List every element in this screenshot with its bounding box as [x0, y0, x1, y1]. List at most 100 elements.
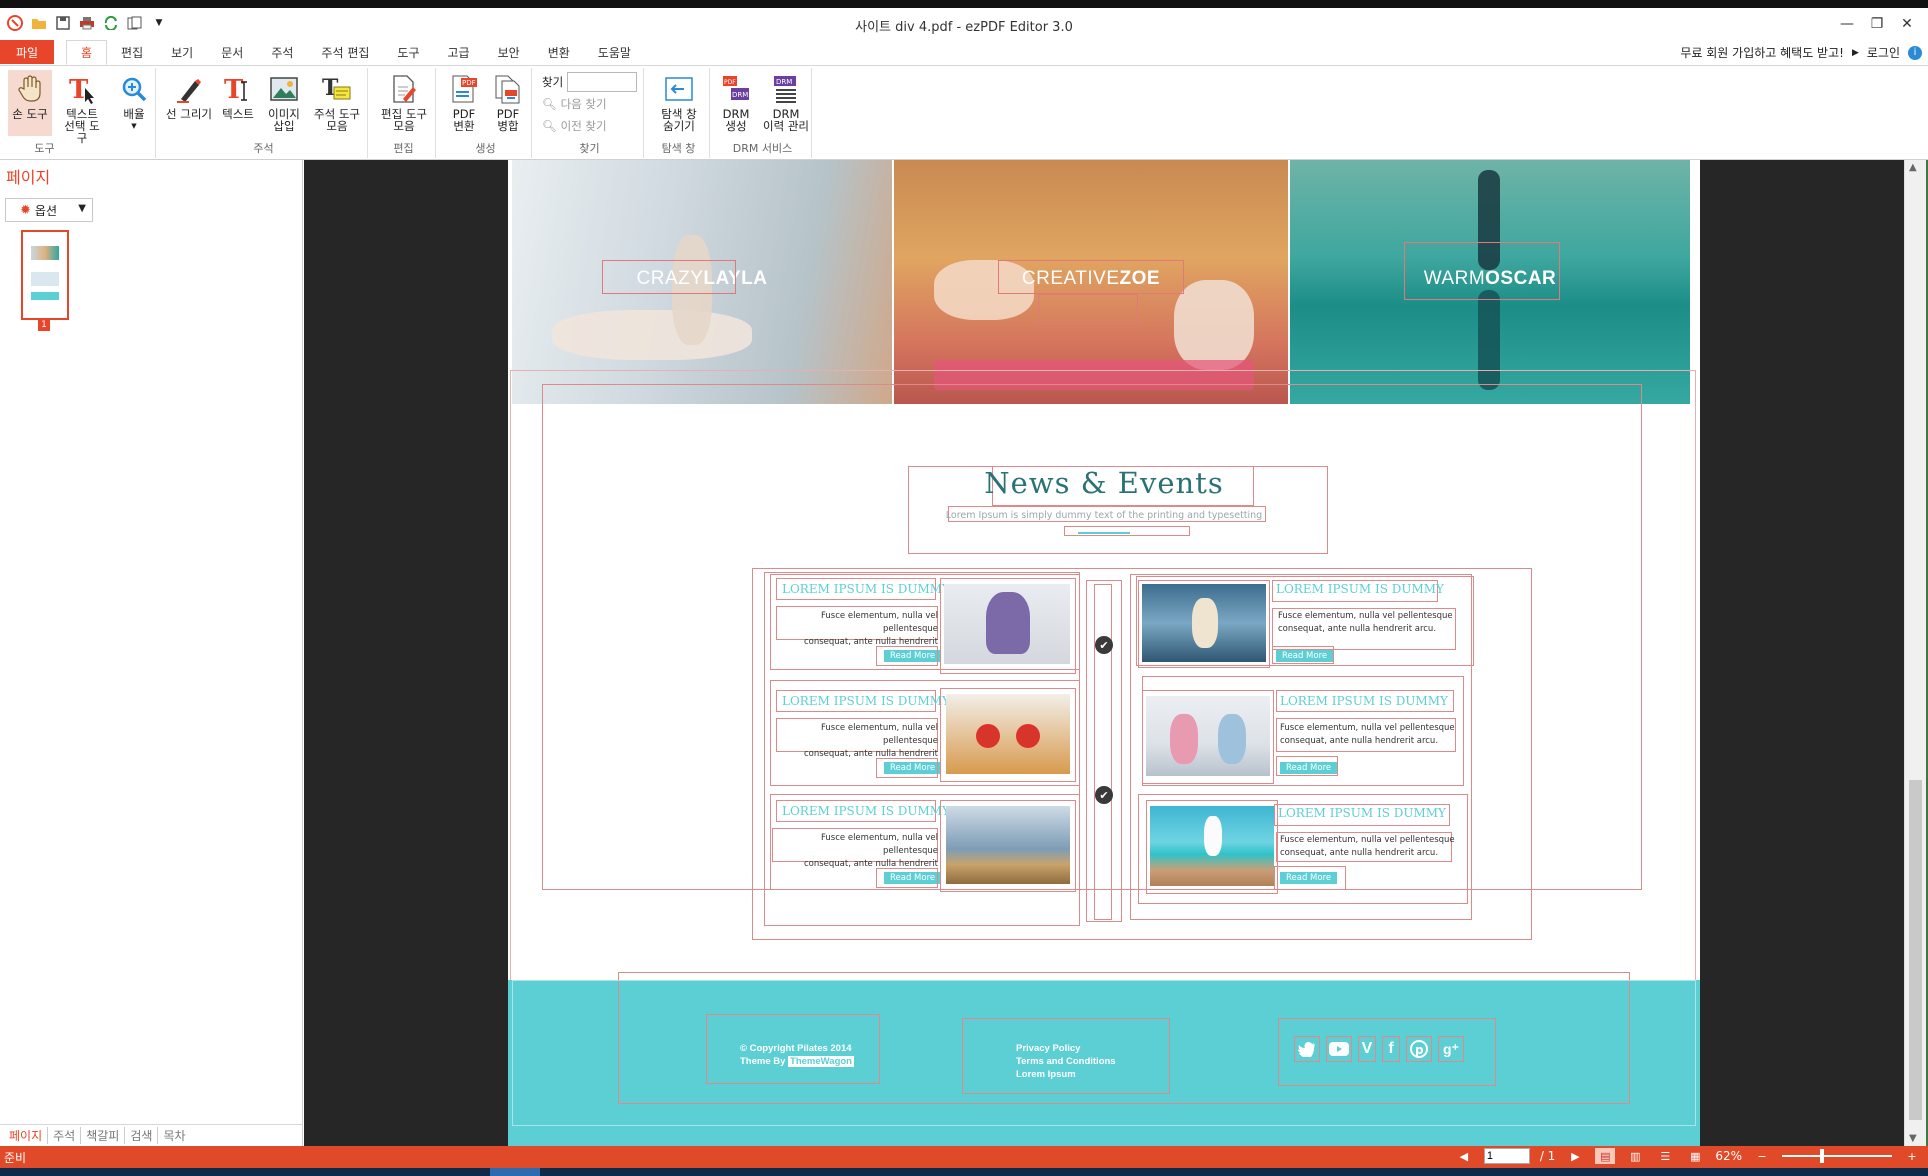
ribbon: 손 도구 T 텍스트 선택 도구 배율 ▼ 도구 선 그리기 T 텍스트 이미지…	[0, 66, 1928, 160]
zoom-in-icon[interactable]: +	[1902, 1148, 1922, 1164]
signup-promo-link[interactable]: 무료 회원 가입하고 혜택도 받고!	[1680, 44, 1844, 61]
zoom-button[interactable]: 배율 ▼	[112, 70, 156, 132]
prev-page-icon[interactable]: ◀	[1454, 1148, 1474, 1164]
pages-panel: 페이지 ✹ 옵션 ▼ 1 페이지 주석 책갈피 검색 목차	[0, 160, 303, 1146]
insert-image-button[interactable]: 이미지 삽입	[262, 70, 306, 132]
zoom-slider-knob[interactable]	[1820, 1149, 1824, 1163]
draw-line-button[interactable]: 선 그리기	[164, 70, 214, 120]
next-page-icon[interactable]: ▶	[1565, 1148, 1585, 1164]
tab-advanced[interactable]: 고급	[434, 40, 484, 65]
close-icon[interactable]: ✕	[1892, 12, 1922, 36]
drm-history-button[interactable]: DRM DRM 이력 관리	[760, 70, 812, 132]
terms-link[interactable]: Terms and Conditions	[1016, 1055, 1116, 1068]
tab-view[interactable]: 보기	[157, 40, 207, 65]
page-number-input[interactable]	[1483, 1148, 1530, 1164]
card-image-outline	[940, 578, 1076, 674]
facebook-icon[interactable]: f	[1382, 1036, 1400, 1062]
tab-home[interactable]: 홈	[66, 40, 108, 65]
document-viewer[interactable]: CRAZYLAYLA CREATIVEZOE WARMOSCAR News & …	[304, 160, 1904, 1146]
grid-view-icon[interactable]: ▦	[1685, 1148, 1705, 1164]
info-icon[interactable]: i	[1908, 45, 1922, 60]
find-prev-button[interactable]: 🔍︎ 이전 찾기	[542, 118, 607, 134]
text-tool-icon: T	[223, 74, 253, 104]
panel-tabs: 페이지 주석 책갈피 검색 목차	[0, 1124, 303, 1146]
status-text: 준비	[4, 1151, 27, 1165]
svg-text:DRM: DRM	[732, 91, 748, 99]
ribbon-group-nav: 탐색 창 숨기기 탐색 창	[648, 68, 710, 158]
minimize-icon[interactable]: —	[1832, 12, 1862, 36]
panel-tab-search[interactable]: 검색	[125, 1127, 159, 1144]
options-dropdown[interactable]: ✹ 옵션 ▼	[5, 198, 93, 222]
news-subtitle: Lorem Ipsum is simply dummy text of the …	[945, 510, 1263, 521]
scroll-down-icon[interactable]: ▼	[1909, 1133, 1917, 1144]
card-text: Fusce elementum, nulla vel pellentesque c…	[1280, 835, 1455, 858]
text-button[interactable]: T 텍스트	[216, 70, 260, 120]
panel-tab-pages[interactable]: 페이지	[4, 1127, 49, 1144]
vimeo-icon[interactable]: V	[1358, 1036, 1376, 1062]
ribbon-group-edit: 편집 도구 모음 편집	[372, 68, 436, 158]
login-link[interactable]: 로그인	[1867, 44, 1900, 61]
tab-edit[interactable]: 편집	[107, 40, 157, 65]
menu-bar: 파일 홈 편집 보기 문서 주석 주석 편집 도구 고급 보안 변환 도움말 무…	[0, 40, 1928, 66]
read-more-outline	[1276, 756, 1338, 776]
tab-help[interactable]: 도움말	[584, 40, 645, 65]
find-input[interactable]	[567, 72, 638, 92]
zoom-out-icon[interactable]: −	[1752, 1148, 1772, 1164]
restore-icon[interactable]: ❐	[1862, 12, 1892, 36]
read-more-outline	[876, 646, 938, 666]
single-page-view-icon[interactable]: ▤	[1595, 1148, 1616, 1164]
youtube-icon[interactable]	[1326, 1036, 1352, 1062]
page-thumbnail[interactable]	[21, 230, 69, 320]
lorem-ipsum-link[interactable]: Lorem Ipsum	[1016, 1068, 1116, 1081]
group-label-find: 찾기	[579, 142, 600, 155]
read-more-outline	[1272, 646, 1334, 664]
zoom-slider[interactable]	[1782, 1149, 1892, 1163]
drm-create-button[interactable]: PDF DRM DRM 생성	[714, 70, 758, 132]
pdf-convert-button[interactable]: PDF PDF 변환	[442, 70, 486, 132]
group-label-edit: 편집	[393, 142, 414, 155]
taskbar-active-app[interactable]	[490, 1168, 540, 1176]
tab-tools[interactable]: 도구	[383, 40, 433, 65]
two-page-view-icon[interactable]: ▥	[1625, 1148, 1645, 1164]
panel-tab-bookmarks[interactable]: 책갈피	[81, 1127, 126, 1144]
annotation-tools-button[interactable]: T 주석 도구 모음	[310, 70, 364, 132]
vertical-scrollbar[interactable]: ▲ ▼	[1904, 160, 1926, 1146]
twitter-icon[interactable]	[1294, 1036, 1320, 1062]
card-title: LOREM IPSUM IS DUMMY	[782, 694, 950, 708]
panel-tab-toc[interactable]: 목차	[158, 1127, 190, 1144]
panel-tab-annotations[interactable]: 주석	[48, 1127, 82, 1144]
tab-document[interactable]: 문서	[207, 40, 257, 65]
tab-annotation[interactable]: 주석	[257, 40, 307, 65]
svg-text:PDF: PDF	[724, 79, 736, 86]
privacy-policy-link[interactable]: Privacy Policy	[1016, 1042, 1116, 1055]
scroll-up-icon[interactable]: ▲	[1909, 162, 1917, 173]
yoga-figure-2	[1174, 280, 1254, 370]
menu-file[interactable]: 파일	[0, 40, 54, 64]
find-next-button[interactable]: 🔍︎ 다음 찾기	[542, 96, 607, 112]
card-image-outline	[940, 800, 1076, 892]
text-select-tool-button[interactable]: T 텍스트 선택 도구	[60, 70, 104, 144]
hide-nav-pane-button[interactable]: 탐색 창 숨기기	[652, 70, 706, 132]
gear-icon: ✹	[20, 202, 31, 218]
outline-timeline-inner	[1094, 584, 1112, 920]
pinterest-icon[interactable]: p	[1406, 1036, 1432, 1062]
ribbon-group-tools: 손 도구 T 텍스트 선택 도구 배율 ▼ 도구	[4, 68, 156, 158]
google-plus-icon[interactable]: g⁺	[1438, 1036, 1464, 1062]
tab-convert[interactable]: 변환	[534, 40, 584, 65]
timeline-check-icon: ✔	[1095, 636, 1113, 654]
tab-annotation-edit[interactable]: 주석 편집	[307, 40, 383, 65]
themewagon-link[interactable]: ThemeWagon	[788, 1056, 854, 1067]
pdf-merge-button[interactable]: PDF 병합	[486, 70, 530, 132]
window-controls: — ❐ ✕	[1832, 12, 1922, 36]
ribbon-group-create: PDF PDF 변환 PDF 병합 생성	[440, 68, 532, 158]
menu-tabs: 홈 편집 보기 문서 주석 주석 편집 도구 고급 보안 변환 도움말	[66, 40, 645, 65]
continuous-view-icon[interactable]: ☰	[1655, 1148, 1675, 1164]
hand-tool-button[interactable]: 손 도구	[8, 70, 52, 136]
drm-create-icon: PDF DRM	[721, 74, 751, 104]
pdf-merge-icon	[493, 74, 523, 104]
scrollbar-thumb[interactable]	[1909, 780, 1922, 1120]
card-title: LOREM IPSUM IS DUMMY	[782, 582, 950, 596]
edit-tools-button[interactable]: 편집 도구 모음	[376, 70, 432, 132]
tab-security[interactable]: 보안	[484, 40, 534, 65]
hero-image-oscar: WARMOSCAR	[1290, 160, 1690, 404]
